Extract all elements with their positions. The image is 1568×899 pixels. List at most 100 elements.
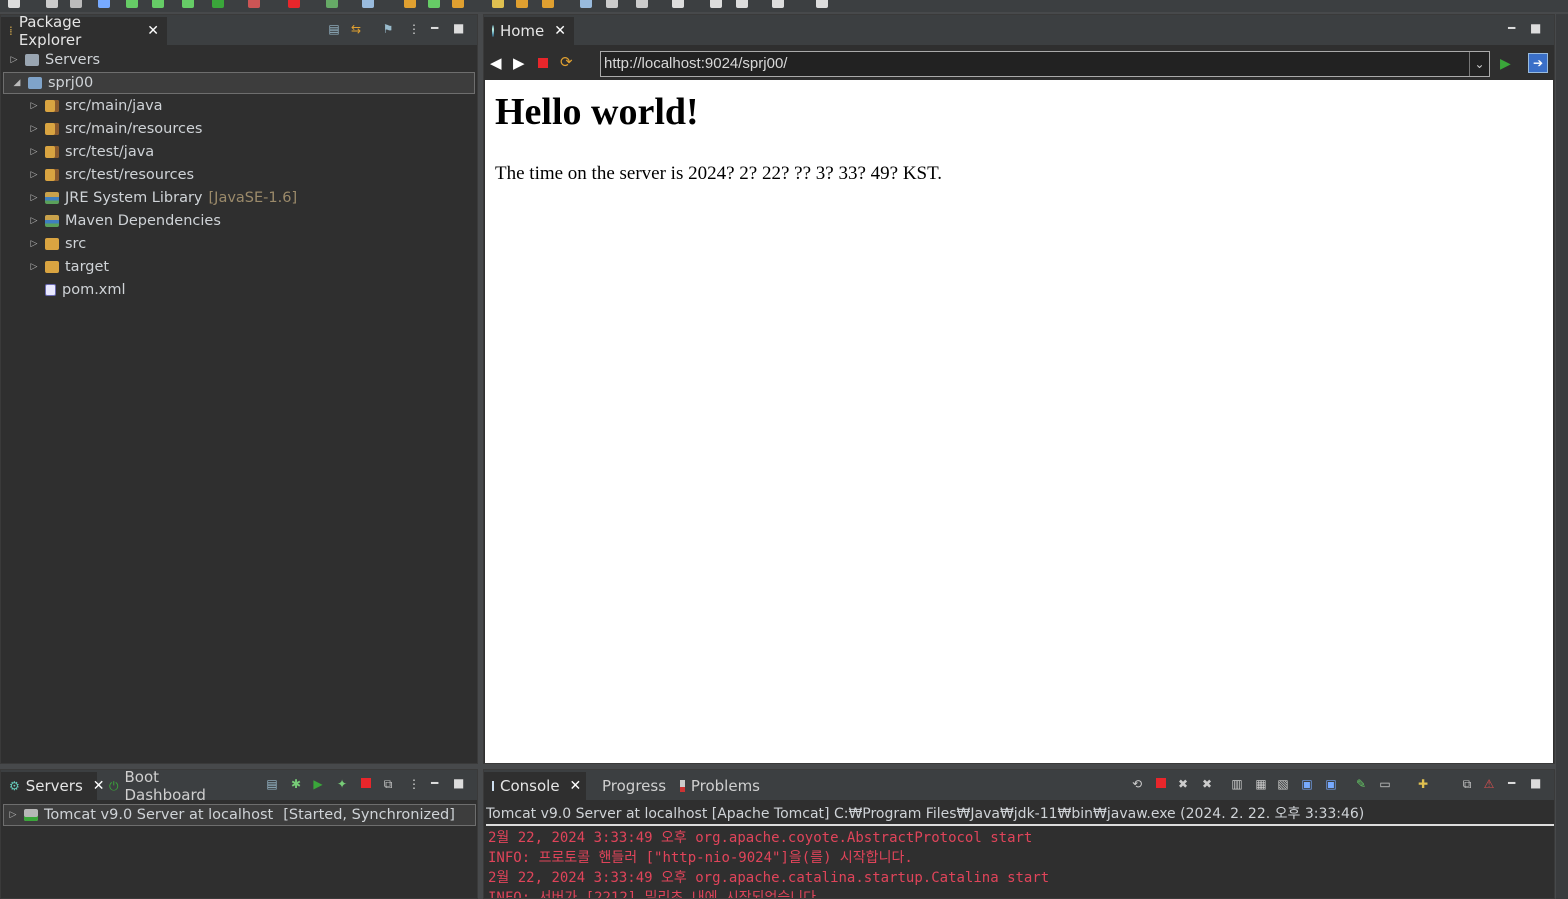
copy-icon[interactable]: ⧉ [1460, 778, 1474, 790]
server-row[interactable]: ▷ Tomcat v9.0 Server at localhost [Start… [3, 804, 476, 826]
scroll-lock-icon[interactable]: ▦ [1254, 778, 1268, 790]
open-console-icon[interactable]: ✚ [1416, 778, 1430, 790]
toolbar-icon[interactable] [46, 0, 58, 8]
tree-item-servers[interactable]: ▷ Servers [1, 49, 477, 71]
tab-package-explorer[interactable]: ⁞ Package Explorer ✕ [1, 13, 167, 49]
stop-icon[interactable] [538, 58, 548, 68]
tree-item-jre-system-library[interactable]: ▷ JRE System Library [JavaSE-1.6] [1, 187, 477, 209]
publish-icon[interactable]: ⧉ [381, 778, 395, 790]
toolbar-icon[interactable] [516, 0, 528, 8]
minimize-icon[interactable]: ━ [1508, 21, 1515, 35]
toolbar-icon[interactable] [70, 0, 82, 8]
remove-all-icon[interactable]: ✖ [1200, 778, 1214, 790]
toolbar-icon[interactable] [816, 0, 828, 8]
tree-item-sprj00[interactable]: ◢ sprj00 [3, 72, 475, 94]
close-icon[interactable]: ✕ [554, 23, 566, 39]
toolbar-icon[interactable] [288, 0, 300, 8]
minimize-icon[interactable]: ━ [431, 21, 438, 35]
toolbar-icon[interactable] [772, 0, 784, 8]
tree-item-src-main-resources[interactable]: ▷ src/main/resources [1, 118, 477, 140]
toolbar-icon[interactable] [152, 0, 164, 8]
expand-arrow-icon[interactable]: ▷ [29, 216, 39, 226]
start-server-icon[interactable]: ▶ [311, 778, 325, 790]
toolbar-icon[interactable] [606, 0, 618, 8]
maximize-icon[interactable]: ■ [1530, 776, 1541, 790]
clear-console-icon[interactable]: ▥ [1230, 778, 1244, 790]
terminate-icon[interactable] [1154, 778, 1168, 790]
toolbar-icon[interactable] [212, 0, 224, 8]
maximize-icon[interactable]: ■ [1530, 21, 1541, 35]
expand-arrow-icon[interactable]: ▷ [29, 170, 39, 180]
tab-servers[interactable]: ⚙ Servers ✕ [1, 772, 105, 800]
chevron-down-icon[interactable]: ⌄ [1469, 52, 1489, 76]
tree-item-pom-xml[interactable]: pom.xml [1, 279, 477, 301]
toolbar-icon[interactable] [362, 0, 374, 8]
tab-boot-dashboard[interactable]: ⏻ Boot Dashboard [101, 768, 241, 804]
link-with-editor-icon[interactable]: ⇆ [349, 23, 363, 35]
tree-item-src-test-java[interactable]: ▷ src/test/java [1, 141, 477, 163]
expand-arrow-icon[interactable]: ▷ [29, 124, 39, 134]
view-menu-icon[interactable]: ⋮ [407, 778, 421, 790]
expand-arrow-icon[interactable]: ▷ [8, 810, 18, 820]
expand-arrow-icon[interactable]: ▷ [29, 239, 39, 249]
pin-console-icon[interactable]: ✎ [1354, 778, 1368, 790]
maximize-icon[interactable]: ■ [453, 21, 464, 35]
toolbar-icon[interactable] [492, 0, 504, 8]
expand-arrow-icon[interactable]: ▷ [29, 193, 39, 203]
expand-arrow-icon[interactable]: ▷ [29, 262, 39, 272]
view-menu-icon[interactable]: ⋮ [407, 23, 421, 35]
profile-server-icon[interactable]: ✦ [335, 778, 349, 790]
tree-item-target[interactable]: ▷ target [1, 256, 477, 278]
minimize-icon[interactable]: ━ [1508, 776, 1515, 790]
expand-arrow-icon[interactable]: ▷ [29, 101, 39, 111]
expand-arrow-icon[interactable]: ▷ [29, 147, 39, 157]
collapse-arrow-icon[interactable]: ◢ [12, 78, 22, 88]
close-icon[interactable]: ✕ [570, 778, 582, 794]
remove-launch-icon[interactable]: ✖ [1176, 778, 1190, 790]
refresh-icon[interactable]: ⟳ [560, 53, 573, 71]
filter-icon[interactable]: ⚑ [381, 23, 395, 35]
toolbar-icon[interactable] [672, 0, 684, 8]
toolbar-icon[interactable] [182, 0, 194, 8]
right-sash[interactable] [1556, 14, 1568, 899]
expand-arrow-icon[interactable]: ▷ [9, 55, 19, 65]
tree-item-src-test-resources[interactable]: ▷ src/test/resources [1, 164, 477, 186]
stop-server-icon[interactable] [359, 778, 373, 790]
debug-server-icon[interactable]: ✱ [289, 778, 303, 790]
toolbar-icon[interactable] [636, 0, 648, 8]
go-icon[interactable]: ▶ [1500, 56, 1511, 72]
back-icon[interactable]: ◀ [490, 54, 502, 72]
tab-problems[interactable]: Problems [672, 772, 768, 800]
display-console-icon[interactable]: ▭ [1378, 778, 1392, 790]
toolbar-icon[interactable] [542, 0, 554, 8]
toolbar-icon[interactable] [404, 0, 416, 8]
url-input[interactable]: http://localhost:9024/sprj00/ ⌄ [600, 51, 1490, 77]
toolbar-icon[interactable] [736, 0, 748, 8]
toolbar-icon[interactable] [248, 0, 260, 8]
toolbar-icon[interactable] [580, 0, 592, 8]
word-wrap-icon[interactable]: ▧ [1276, 778, 1290, 790]
collapse-all-icon[interactable]: ▤ [327, 23, 341, 35]
collapse-icon[interactable]: ▤ [265, 778, 279, 790]
toolbar-icon[interactable] [98, 0, 110, 8]
tree-item-src-main-java[interactable]: ▷ src/main/java [1, 95, 477, 117]
toolbar-icon[interactable] [710, 0, 722, 8]
show-on-stderr-icon[interactable]: ▣ [1324, 778, 1338, 790]
relaunch-icon[interactable]: ⟲ [1130, 778, 1144, 790]
forward-icon[interactable]: ▶ [513, 54, 525, 72]
toolbar-icon[interactable] [428, 0, 440, 8]
toolbar-icon[interactable] [8, 0, 20, 8]
show-on-stdout-icon[interactable]: ▣ [1300, 778, 1314, 790]
console-output[interactable]: 2월 22, 2024 3:33:49 오후 org.apache.coyote… [488, 828, 1554, 898]
close-icon[interactable]: ✕ [147, 23, 159, 39]
toolbar-icon[interactable] [452, 0, 464, 8]
minimize-icon[interactable]: ━ [431, 776, 438, 790]
error-icon[interactable]: ⚠ [1482, 778, 1496, 790]
toolbar-icon[interactable] [126, 0, 138, 8]
tab-progress[interactable]: Progress [588, 772, 672, 800]
tab-home[interactable]: Home ✕ [484, 17, 574, 45]
tree-item-maven-dependencies[interactable]: ▷ Maven Dependencies [1, 210, 477, 232]
maximize-icon[interactable]: ■ [453, 776, 464, 790]
toolbar-icon[interactable] [326, 0, 338, 8]
open-external-icon[interactable]: ➔ [1528, 53, 1548, 73]
